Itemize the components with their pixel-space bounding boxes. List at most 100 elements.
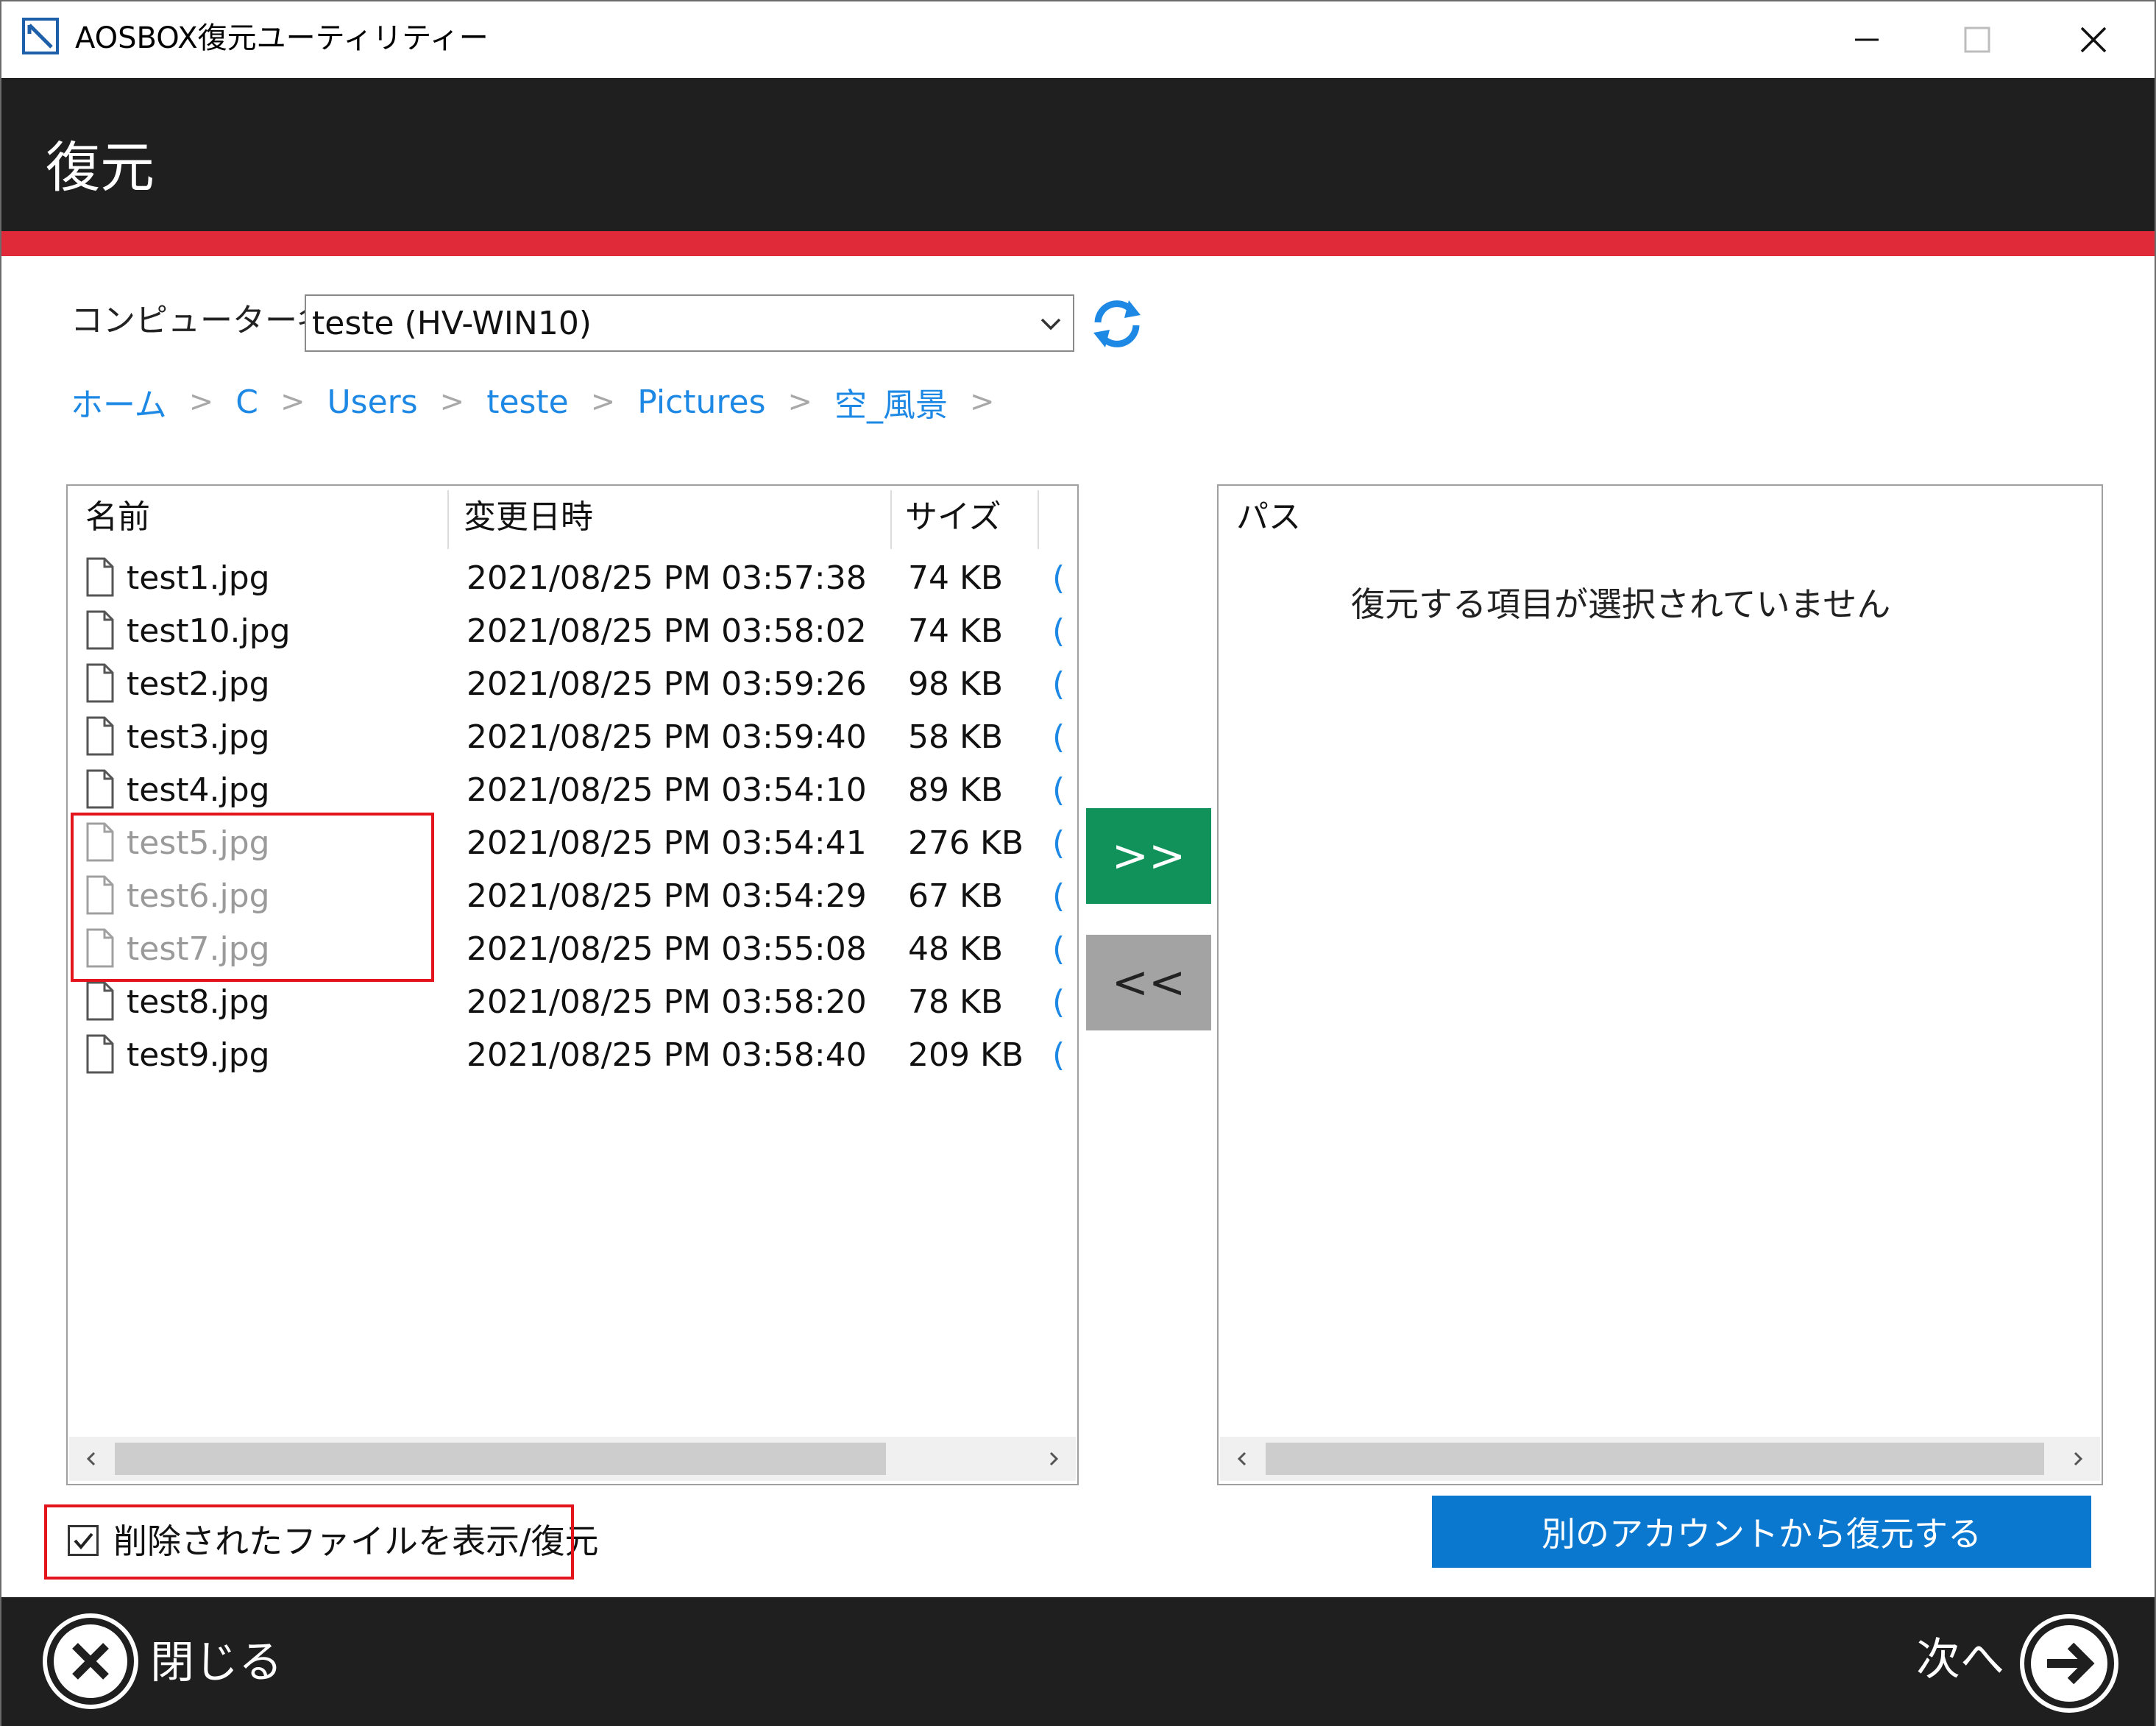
file-icon: [85, 715, 115, 757]
scroll-right-icon[interactable]: [2056, 1437, 2100, 1481]
next-button[interactable]: 次へ: [1916, 1633, 2004, 1687]
file-size: 89 KB: [908, 771, 1004, 809]
file-extra-column: (: [1052, 877, 1065, 915]
close-button[interactable]: 閉じる: [150, 1635, 283, 1690]
file-modified: 2021/08/25 PM 03:54:29: [467, 877, 867, 915]
file-extra-column: (: [1052, 930, 1065, 968]
file-extra-column: (: [1052, 1036, 1065, 1074]
file-size: 276 KB: [908, 824, 1024, 862]
file-icon: [85, 768, 115, 810]
file-extra-column: (: [1052, 983, 1065, 1021]
column-header-size[interactable]: サイズ: [905, 490, 1001, 545]
footer-bar: [1, 1597, 2155, 1726]
file-modified: 2021/08/25 PM 03:58:02: [467, 612, 867, 650]
column-header-name[interactable]: 名前: [85, 490, 150, 545]
remove-from-restore-button[interactable]: <<: [1086, 935, 1211, 1030]
file-modified: 2021/08/25 PM 03:58:40: [467, 1036, 867, 1074]
arrow-right-circle-icon[interactable]: [2018, 1612, 2121, 1715]
file-extra-column: (: [1052, 612, 1065, 650]
file-row[interactable]: test1.jpg 2021/08/25 PM 03:57:38 74 KB (: [68, 552, 1077, 605]
close-window-button[interactable]: [2038, 1, 2149, 78]
scroll-left-icon[interactable]: [1220, 1437, 1264, 1481]
restore-selection-panel: [1217, 484, 2103, 1485]
file-row[interactable]: test10.jpg 2021/08/25 PM 03:58:02 74 KB (: [68, 605, 1077, 658]
header-bar: [1, 78, 2155, 231]
file-row[interactable]: test2.jpg 2021/08/25 PM 03:59:26 98 KB (: [68, 658, 1077, 711]
scrollbar-thumb[interactable]: [1266, 1443, 2044, 1475]
column-divider[interactable]: [1038, 490, 1039, 549]
breadcrumb-item-teste[interactable]: teste: [486, 383, 569, 421]
window-title: AOSBOX復元ユーティリティー: [75, 21, 489, 55]
file-icon: [85, 556, 115, 598]
file-size: 48 KB: [908, 930, 1004, 968]
file-row[interactable]: test4.jpg 2021/08/25 PM 03:54:10 89 KB (: [68, 764, 1077, 817]
selection-horizontal-scrollbar[interactable]: [1220, 1437, 2100, 1481]
breadcrumb-separator: >: [590, 385, 616, 419]
breadcrumb-separator: >: [188, 385, 214, 419]
file-name: test1.jpg: [127, 559, 270, 597]
file-modified: 2021/08/25 PM 03:59:40: [467, 718, 867, 756]
file-size: 98 KB: [908, 665, 1004, 703]
minimize-icon: [1855, 38, 1879, 41]
file-size: 74 KB: [908, 559, 1004, 597]
file-name: test10.jpg: [127, 612, 291, 650]
chevron-down-icon[interactable]: [1035, 309, 1067, 339]
restore-from-other-account-button[interactable]: 別のアカウントから復元する: [1432, 1496, 2091, 1568]
breadcrumb: ホーム > C > Users > teste > Pictures > 空_風…: [71, 378, 1017, 425]
breadcrumb-separator: >: [787, 385, 813, 419]
file-modified: 2021/08/25 PM 03:59:26: [467, 665, 867, 703]
deleted-files-highlight: [71, 813, 434, 982]
minimize-button[interactable]: [1812, 1, 1922, 78]
file-icon: [85, 980, 115, 1022]
refresh-icon[interactable]: [1088, 297, 1146, 350]
file-icon: [85, 609, 115, 651]
file-name: test8.jpg: [127, 983, 270, 1021]
maximize-button[interactable]: [1922, 1, 2032, 78]
accent-stripe: [1, 231, 2155, 256]
breadcrumb-separator: >: [439, 385, 465, 419]
file-size: 67 KB: [908, 877, 1004, 915]
column-header-modified[interactable]: 変更日時: [464, 490, 593, 545]
file-row[interactable]: test9.jpg 2021/08/25 PM 03:58:40 209 KB (: [68, 1029, 1077, 1082]
file-name: test2.jpg: [127, 665, 270, 703]
breadcrumb-item-c[interactable]: C: [235, 383, 258, 421]
breadcrumb-item-folder[interactable]: 空_風景: [834, 378, 948, 425]
file-extra-column: (: [1052, 665, 1065, 703]
maximize-icon: [1964, 26, 1990, 53]
computer-name-label: コンピューター名:: [71, 302, 341, 339]
file-extra-column: (: [1052, 771, 1065, 809]
file-name: test3.jpg: [127, 718, 270, 756]
page-title: 復元: [46, 136, 155, 199]
breadcrumb-item-pictures[interactable]: Pictures: [637, 383, 765, 421]
column-divider[interactable]: [447, 490, 449, 549]
file-size: 74 KB: [908, 612, 1004, 650]
file-row[interactable]: test3.jpg 2021/08/25 PM 03:59:40 58 KB (: [68, 711, 1077, 764]
breadcrumb-separator: >: [970, 385, 995, 419]
checkbox-highlight: [44, 1504, 574, 1580]
breadcrumb-separator: >: [280, 385, 305, 419]
file-modified: 2021/08/25 PM 03:54:41: [467, 824, 867, 862]
computer-select-value: teste (HV-WIN10): [312, 305, 592, 342]
scrollbar-thumb[interactable]: [115, 1443, 886, 1475]
empty-selection-message: 復元する項目が選択されていません: [1351, 584, 1891, 624]
file-size: 209 KB: [908, 1036, 1024, 1074]
file-modified: 2021/08/25 PM 03:55:08: [467, 930, 867, 968]
file-row[interactable]: test8.jpg 2021/08/25 PM 03:58:20 78 KB (: [68, 976, 1077, 1029]
file-icon: [85, 1033, 115, 1075]
breadcrumb-item-users[interactable]: Users: [327, 383, 417, 421]
file-modified: 2021/08/25 PM 03:57:38: [467, 559, 867, 597]
close-circle-icon[interactable]: [41, 1612, 140, 1711]
file-extra-column: (: [1052, 559, 1065, 597]
file-size: 58 KB: [908, 718, 1004, 756]
add-to-restore-button[interactable]: >>: [1086, 808, 1211, 904]
scroll-left-icon[interactable]: [69, 1437, 113, 1481]
column-header-path[interactable]: パス: [1236, 490, 1301, 545]
file-list-horizontal-scrollbar[interactable]: [69, 1437, 1076, 1481]
file-name: test9.jpg: [127, 1036, 270, 1074]
file-modified: 2021/08/25 PM 03:58:20: [467, 983, 867, 1021]
close-icon: [2080, 26, 2107, 53]
column-divider[interactable]: [890, 490, 892, 549]
breadcrumb-item-home[interactable]: ホーム: [71, 378, 167, 425]
file-icon: [85, 662, 115, 704]
scroll-right-icon[interactable]: [1032, 1437, 1076, 1481]
